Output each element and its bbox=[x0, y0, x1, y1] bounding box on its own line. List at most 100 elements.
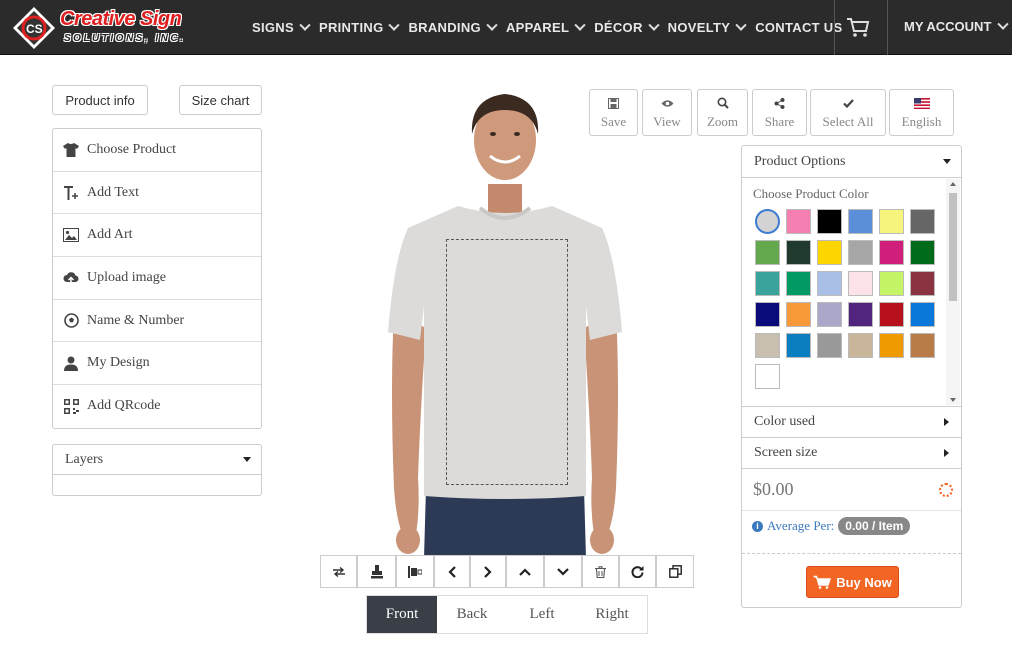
align-left-button[interactable] bbox=[396, 555, 434, 588]
menu-choose-product[interactable]: Choose Product bbox=[53, 129, 261, 172]
view-label: View bbox=[653, 114, 681, 129]
color-swatch[interactable] bbox=[910, 271, 935, 296]
nav-novelty[interactable]: NOVELTY bbox=[667, 19, 747, 35]
color-swatch[interactable] bbox=[786, 240, 811, 265]
color-swatch[interactable] bbox=[817, 271, 842, 296]
color-swatch[interactable] bbox=[879, 333, 904, 358]
color-swatch[interactable] bbox=[879, 240, 904, 265]
delete-button[interactable] bbox=[582, 555, 619, 588]
color-swatch[interactable] bbox=[817, 302, 842, 327]
color-swatch[interactable] bbox=[786, 271, 811, 296]
cart-icon bbox=[813, 575, 832, 589]
color-swatch[interactable] bbox=[817, 209, 842, 234]
tab-left[interactable]: Left bbox=[507, 596, 577, 633]
color-swatch[interactable] bbox=[879, 209, 904, 234]
scrollbar-thumb[interactable] bbox=[949, 193, 957, 301]
align-center-button[interactable] bbox=[357, 555, 396, 588]
save-button[interactable]: Save bbox=[589, 89, 638, 136]
nav-apparel-label: APPAREL bbox=[505, 20, 570, 35]
nav-apparel[interactable]: APPAREL bbox=[505, 19, 586, 35]
color-used-row[interactable]: Color used bbox=[742, 406, 961, 437]
my-account-label: MY ACCOUNT bbox=[904, 19, 992, 34]
color-swatch[interactable] bbox=[755, 240, 780, 265]
color-swatch[interactable] bbox=[755, 302, 780, 327]
nav-contact-us[interactable]: CONTACT US bbox=[755, 20, 842, 35]
color-swatch[interactable] bbox=[879, 271, 904, 296]
color-swatch[interactable] bbox=[879, 302, 904, 327]
menu-item-label: Choose Product bbox=[87, 141, 177, 157]
menu-upload-image[interactable]: Upload image bbox=[53, 257, 261, 300]
product-options-header[interactable]: Product Options bbox=[742, 146, 961, 178]
scroll-down-icon[interactable] bbox=[950, 398, 956, 402]
color-swatch[interactable] bbox=[755, 271, 780, 296]
color-swatch[interactable] bbox=[817, 240, 842, 265]
rotate-button[interactable] bbox=[619, 555, 656, 588]
product-options-title: Product Options bbox=[754, 153, 846, 169]
print-area-boundary[interactable] bbox=[446, 239, 568, 485]
color-swatch[interactable] bbox=[910, 209, 935, 234]
color-swatch[interactable] bbox=[786, 209, 811, 234]
chevron-up-icon bbox=[519, 567, 531, 576]
menu-add-qrcode[interactable]: Add QRcode bbox=[53, 385, 261, 428]
move-left-button[interactable] bbox=[434, 555, 470, 588]
select-all-button[interactable]: Select All bbox=[810, 89, 886, 136]
color-swatch[interactable] bbox=[848, 271, 873, 296]
swap-button[interactable] bbox=[320, 555, 357, 588]
move-down-button[interactable] bbox=[544, 555, 582, 588]
duplicate-button[interactable] bbox=[656, 555, 694, 588]
move-right-button[interactable] bbox=[470, 555, 506, 588]
chevron-down-icon bbox=[735, 19, 747, 31]
size-chart-button[interactable]: Size chart bbox=[179, 85, 262, 115]
chevron-down-icon bbox=[997, 18, 1010, 30]
color-swatch[interactable] bbox=[848, 302, 873, 327]
share-label: Share bbox=[764, 114, 795, 129]
site-logo[interactable]: CS Creative Sign SOLUTIONS, INC. bbox=[12, 6, 212, 50]
color-swatch[interactable] bbox=[786, 302, 811, 327]
color-swatch[interactable] bbox=[848, 240, 873, 265]
menu-add-art[interactable]: Add Art bbox=[53, 214, 261, 258]
nav-signs[interactable]: SIGNS bbox=[252, 19, 311, 35]
nav-decor[interactable]: DÉCOR bbox=[594, 19, 660, 35]
menu-name-number[interactable]: Name & Number bbox=[53, 300, 261, 343]
product-info-button[interactable]: Product info bbox=[52, 85, 148, 115]
image-icon bbox=[63, 227, 79, 243]
view-button[interactable]: View bbox=[642, 89, 692, 136]
nav-novelty-label: NOVELTY bbox=[667, 20, 731, 35]
scroll-up-icon[interactable] bbox=[950, 182, 956, 186]
color-swatch[interactable] bbox=[817, 333, 842, 358]
color-swatch[interactable] bbox=[786, 333, 811, 358]
tab-back[interactable]: Back bbox=[437, 596, 507, 633]
price-value: $0.00 bbox=[753, 479, 794, 499]
color-swatch[interactable] bbox=[910, 333, 935, 358]
nav-printing[interactable]: PRINTING bbox=[319, 19, 401, 35]
color-swatch[interactable] bbox=[910, 240, 935, 265]
color-swatch[interactable] bbox=[848, 209, 873, 234]
language-button[interactable]: English bbox=[889, 89, 954, 136]
color-swatch[interactable] bbox=[755, 333, 780, 358]
cart-icon[interactable] bbox=[846, 16, 870, 38]
align-left-icon bbox=[408, 565, 422, 578]
screen-size-row[interactable]: Screen size bbox=[742, 437, 961, 468]
menu-add-text[interactable]: Add Text bbox=[53, 172, 261, 215]
color-swatch[interactable] bbox=[755, 364, 780, 389]
my-account-menu[interactable]: MY ACCOUNT bbox=[904, 18, 1010, 34]
tab-front[interactable]: Front bbox=[367, 596, 437, 633]
tshirt-icon bbox=[63, 142, 79, 158]
copy-icon bbox=[668, 565, 682, 578]
buy-now-button[interactable]: Buy Now bbox=[806, 566, 899, 598]
move-up-button[interactable] bbox=[506, 555, 544, 588]
nav-branding[interactable]: BRANDING bbox=[408, 19, 498, 35]
layers-header[interactable]: Layers bbox=[53, 445, 261, 475]
color-scrollbar[interactable] bbox=[946, 179, 960, 405]
zoom-button[interactable]: Zoom bbox=[697, 89, 748, 136]
color-swatch[interactable] bbox=[755, 209, 780, 234]
color-swatch[interactable] bbox=[910, 302, 935, 327]
view-switcher: Front Back Left Right bbox=[366, 595, 648, 634]
share-button[interactable]: Share bbox=[752, 89, 807, 136]
tab-right[interactable]: Right bbox=[577, 596, 647, 633]
menu-my-design[interactable]: My Design bbox=[53, 342, 261, 386]
zoom-label: Zoom bbox=[706, 114, 739, 129]
color-swatch[interactable] bbox=[848, 333, 873, 358]
average-value-badge: 0.00 / Item bbox=[838, 517, 911, 535]
average-per-item: i Average Per: 0.00 / Item bbox=[752, 517, 911, 535]
